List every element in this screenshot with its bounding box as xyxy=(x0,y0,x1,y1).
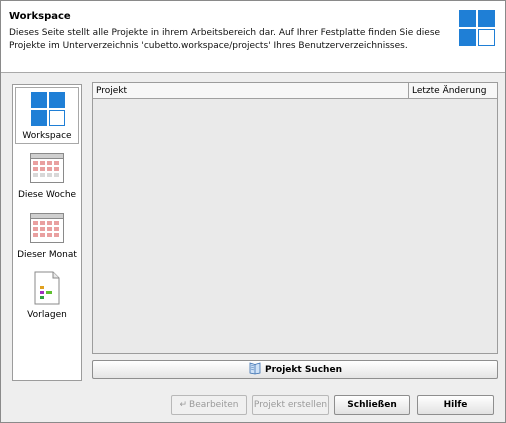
month-calendar-icon xyxy=(30,213,64,243)
create-project-button[interactable]: Projekt erstellen xyxy=(252,395,329,415)
dialog-window: Workspace Dieses Seite stellt alle Proje… xyxy=(0,0,506,423)
help-button-label: Hilfe xyxy=(443,400,468,410)
create-project-label: Projekt erstellen xyxy=(253,400,328,410)
page-description: Dieses Seite stellt alle Projekte in ihr… xyxy=(9,28,441,51)
edit-button-label: Bearbeiten xyxy=(189,400,239,410)
close-button[interactable]: Schließen xyxy=(334,395,410,415)
sidebar-item-label: Vorlagen xyxy=(27,310,67,320)
workspace-icon xyxy=(459,10,495,46)
sidebar: Workspace Diese Woche Dieser Monat Vorla… xyxy=(12,84,82,381)
sidebar-item-vorlagen[interactable]: Vorlagen xyxy=(15,267,79,324)
sidebar-item-diese-woche[interactable]: Diese Woche xyxy=(15,147,79,204)
week-calendar-icon xyxy=(30,153,64,183)
template-icon xyxy=(34,271,60,305)
header-banner: Workspace Dieses Seite stellt alle Proje… xyxy=(1,1,505,73)
workspace-icon xyxy=(31,92,65,126)
sidebar-item-label: Diese Woche xyxy=(17,190,77,200)
sidebar-item-label: Workspace xyxy=(22,131,72,141)
search-book-icon xyxy=(249,362,261,375)
edit-button[interactable]: ↵ Bearbeiten xyxy=(171,395,247,415)
sidebar-item-dieser-monat[interactable]: Dieser Monat xyxy=(15,207,79,264)
sidebar-item-workspace[interactable]: Workspace xyxy=(15,87,79,144)
column-header-projekt[interactable]: Projekt xyxy=(93,83,409,99)
return-arrow-icon: ↵ xyxy=(179,400,188,410)
close-button-label: Schließen xyxy=(347,400,397,410)
project-search-button[interactable]: Projekt Suchen xyxy=(92,360,498,379)
help-button[interactable]: Hilfe xyxy=(417,395,494,415)
sidebar-item-label: Dieser Monat xyxy=(17,250,77,260)
column-header-letzte-aenderung[interactable]: Letzte Änderung xyxy=(409,83,497,99)
table-header: Projekt Letzte Änderung xyxy=(93,83,497,99)
projects-table[interactable]: Projekt Letzte Änderung xyxy=(92,82,498,354)
project-search-label: Projekt Suchen xyxy=(265,365,342,375)
page-title: Workspace xyxy=(9,11,71,22)
